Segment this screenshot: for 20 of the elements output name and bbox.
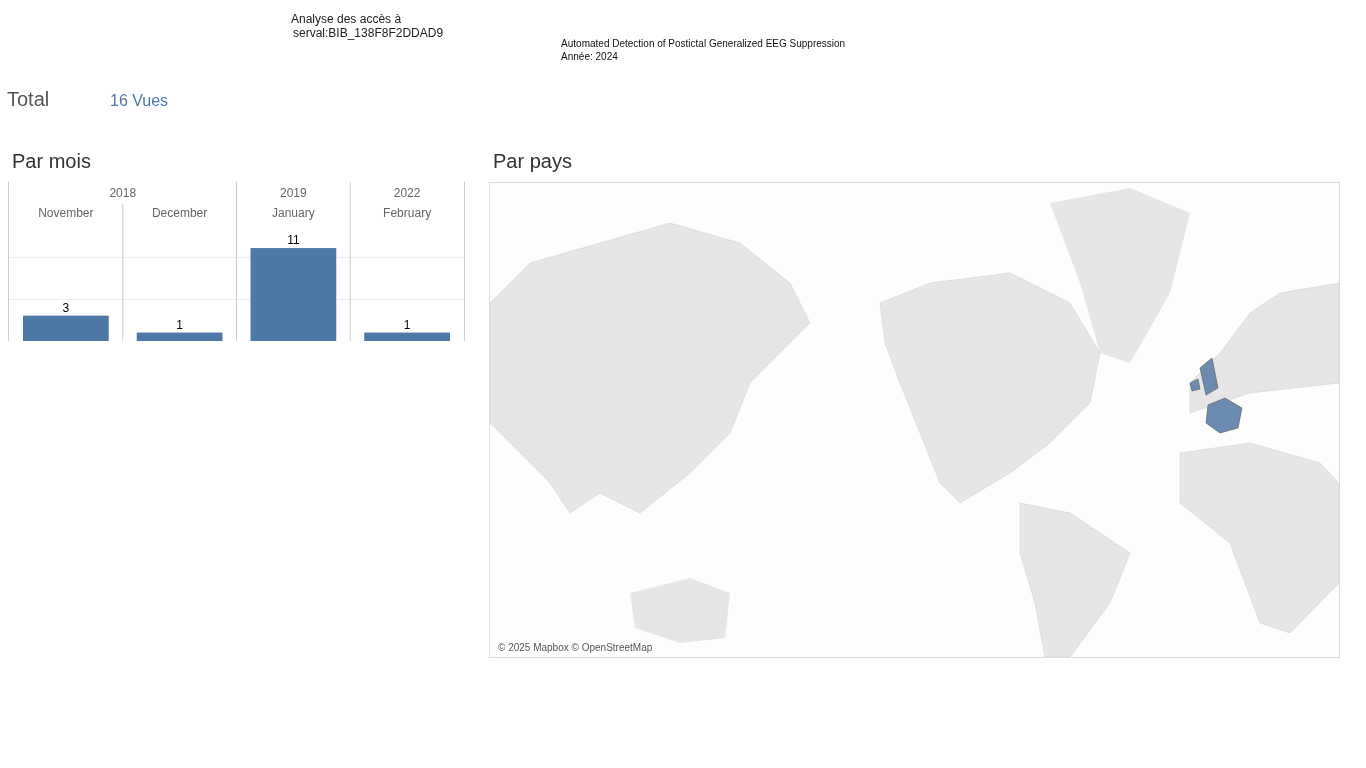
- year-text: Année: 2024: [561, 50, 619, 63]
- month-label: February: [383, 206, 432, 220]
- bar-value-label: 1: [403, 317, 411, 332]
- year-label: 2018: [109, 186, 137, 200]
- total-label: Total: [7, 88, 51, 111]
- month-label: January: [272, 206, 315, 220]
- year-label: 2019: [280, 186, 307, 200]
- report-title: Analyse des accès à: [291, 12, 403, 26]
- bar-value-label: 3: [62, 300, 70, 315]
- section-title: Par pays: [492, 149, 573, 174]
- report-identifier: serval:BIB_138F8F2DDAD9: [292, 26, 444, 40]
- bar-value-label: 11: [287, 233, 300, 248]
- map-attribution: © 2025 Mapbox © OpenStreetMap: [496, 641, 655, 654]
- total-value: 16 Vues: [110, 92, 169, 110]
- section-title: Par mois: [11, 149, 92, 174]
- document-title: Automated Detection of Postictal Generalized EEG Suppression: [561, 37, 846, 50]
- month-label: November: [38, 206, 94, 220]
- year-label: 2022: [393, 186, 421, 200]
- month-label: December: [151, 206, 208, 220]
- bar-value-label: 1: [176, 317, 183, 332]
